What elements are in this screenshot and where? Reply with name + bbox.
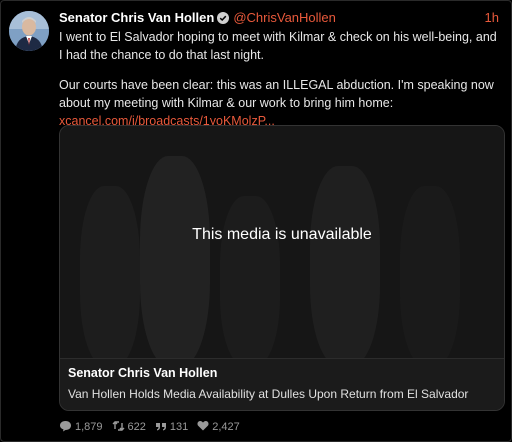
- like-icon: [197, 420, 212, 434]
- tweet-paragraph-2: Our courts have been clear: this was an …: [59, 76, 503, 130]
- tweet-paragraph-1: I went to El Salvador hoping to meet wit…: [59, 30, 497, 62]
- reply-count: 1,879: [75, 421, 103, 433]
- media-unavailable-message: This media is unavailable: [192, 226, 372, 243]
- reply-stat[interactable]: 1,879: [59, 420, 103, 435]
- like-stat[interactable]: 2,427: [197, 420, 240, 434]
- tweet-stats: 1,879 622 131 2,427: [59, 419, 249, 435]
- quote-count: 131: [169, 421, 189, 433]
- background-figure: [140, 156, 210, 358]
- media-card-title: Senator Chris Van Hollen: [68, 366, 218, 380]
- media-card-description: Van Hollen Holds Media Availability at D…: [68, 387, 469, 401]
- verified-icon: [217, 11, 230, 24]
- quote-stat[interactable]: 131: [155, 420, 188, 435]
- like-count: 2,427: [212, 421, 240, 433]
- tweet-header: Senator Chris Van Hollen @ChrisVanHollen …: [59, 9, 499, 27]
- background-figure: [80, 186, 140, 358]
- author-handle[interactable]: @ChrisVanHollen: [233, 10, 336, 25]
- retweet-count: 622: [127, 421, 146, 433]
- retweet-icon: [112, 420, 128, 435]
- tweet-card: Senator Chris Van Hollen @ChrisVanHollen …: [0, 0, 512, 442]
- background-figure: [220, 196, 280, 358]
- retweet-stat[interactable]: 622: [112, 420, 146, 435]
- quote-icon: [155, 420, 170, 435]
- media-video-placeholder[interactable]: This media is unavailable: [60, 126, 504, 358]
- author-name[interactable]: Senator Chris Van Hollen: [59, 10, 214, 25]
- tweet-time[interactable]: 1h: [485, 9, 499, 27]
- background-figure: [310, 166, 380, 358]
- avatar[interactable]: [9, 11, 49, 51]
- media-card[interactable]: This media is unavailable Senator Chris …: [59, 125, 505, 411]
- tweet-paragraph-2-text: Our courts have been clear: this was an …: [59, 78, 494, 110]
- media-caption[interactable]: Senator Chris Van Hollen Van Hollen Hold…: [60, 358, 504, 410]
- reply-icon: [59, 420, 75, 435]
- background-figure: [400, 186, 460, 358]
